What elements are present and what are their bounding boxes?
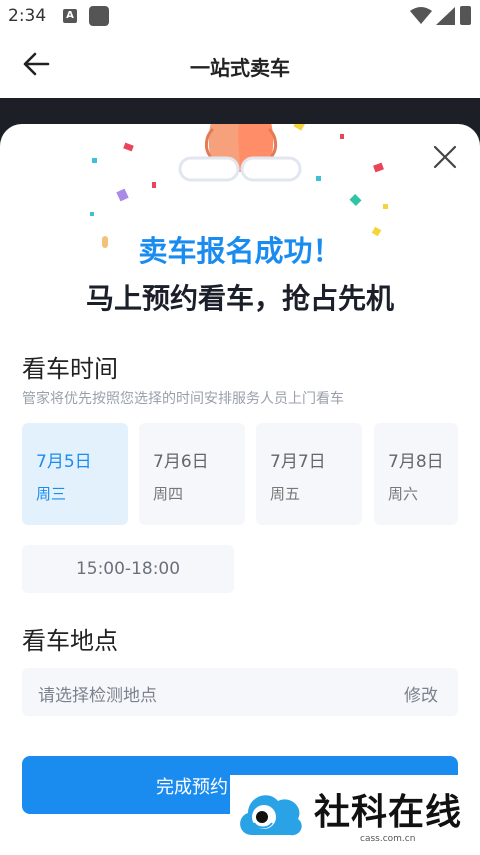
page-title: 一站式卖车 bbox=[190, 56, 290, 80]
date-option[interactable]: 7月6日 周四 bbox=[139, 423, 245, 525]
location-placeholder: 请选择检测地点 bbox=[38, 686, 157, 706]
close-icon[interactable] bbox=[430, 142, 460, 172]
viewing-time-title: 看车时间 bbox=[22, 355, 118, 383]
date-option[interactable]: 7月7日 周五 bbox=[256, 423, 362, 525]
date-label: 7月5日 bbox=[36, 452, 92, 472]
app-bar: 一站式卖车 bbox=[0, 32, 480, 98]
confetti-piece bbox=[123, 142, 134, 152]
complete-booking-label: 完成预约 bbox=[156, 777, 228, 798]
edit-location-link[interactable]: 修改 bbox=[404, 681, 438, 706]
weekday-label: 周五 bbox=[270, 485, 301, 503]
confetti-piece bbox=[152, 182, 156, 188]
status-bar: 2:34 A bbox=[0, 0, 480, 32]
watermark: 社科在线 cass.com.cn bbox=[230, 775, 480, 847]
date-option[interactable]: 7月8日 周六 bbox=[374, 423, 458, 525]
success-title: 卖车报名成功！ bbox=[138, 234, 342, 268]
confetti-piece bbox=[316, 176, 321, 181]
date-label: 7月6日 bbox=[153, 452, 209, 472]
confetti-piece bbox=[383, 204, 388, 209]
viewing-location-title: 看车地点 bbox=[22, 627, 118, 655]
weekday-label: 周六 bbox=[388, 485, 419, 503]
signal-icon bbox=[436, 7, 455, 25]
date-label: 7月8日 bbox=[388, 452, 444, 472]
watermark-logo-icon bbox=[240, 795, 302, 836]
confetti-piece bbox=[349, 193, 362, 207]
app-notification-icon: A bbox=[63, 9, 77, 23]
confetti-piece bbox=[90, 212, 94, 216]
notification-square-icon bbox=[89, 6, 109, 26]
success-subtitle: 马上预约看车，抢占先机 bbox=[85, 282, 394, 315]
time-slot-chip[interactable]: 15:00-18:00 bbox=[22, 545, 234, 593]
confetti-piece bbox=[373, 162, 384, 173]
watermark-text: 社科在线 bbox=[314, 791, 463, 833]
confetti-piece bbox=[116, 188, 129, 202]
location-select-field[interactable]: 请选择检测地点 修改 bbox=[22, 668, 458, 716]
watermark-url: cass.com.cn bbox=[360, 834, 416, 844]
weekday-label: 周三 bbox=[36, 485, 67, 503]
confetti-piece bbox=[92, 158, 97, 163]
battery-icon bbox=[460, 6, 471, 25]
date-option[interactable]: 7月5日 周三 bbox=[22, 423, 128, 525]
wifi-icon bbox=[410, 7, 432, 24]
status-time: 2:34 bbox=[8, 6, 47, 26]
weekday-label: 周四 bbox=[153, 485, 184, 503]
high-five-hands-icon bbox=[178, 124, 302, 182]
date-label: 7月7日 bbox=[270, 452, 326, 472]
confetti-piece bbox=[340, 134, 344, 139]
viewing-time-description: 管家将优先按照您选择的时间安排服务人员上门看车 bbox=[22, 391, 344, 407]
booking-sheet: 卖车报名成功！ 马上预约看车，抢占先机 看车时间 管家将优先按照您选择的时间安排… bbox=[0, 124, 480, 855]
